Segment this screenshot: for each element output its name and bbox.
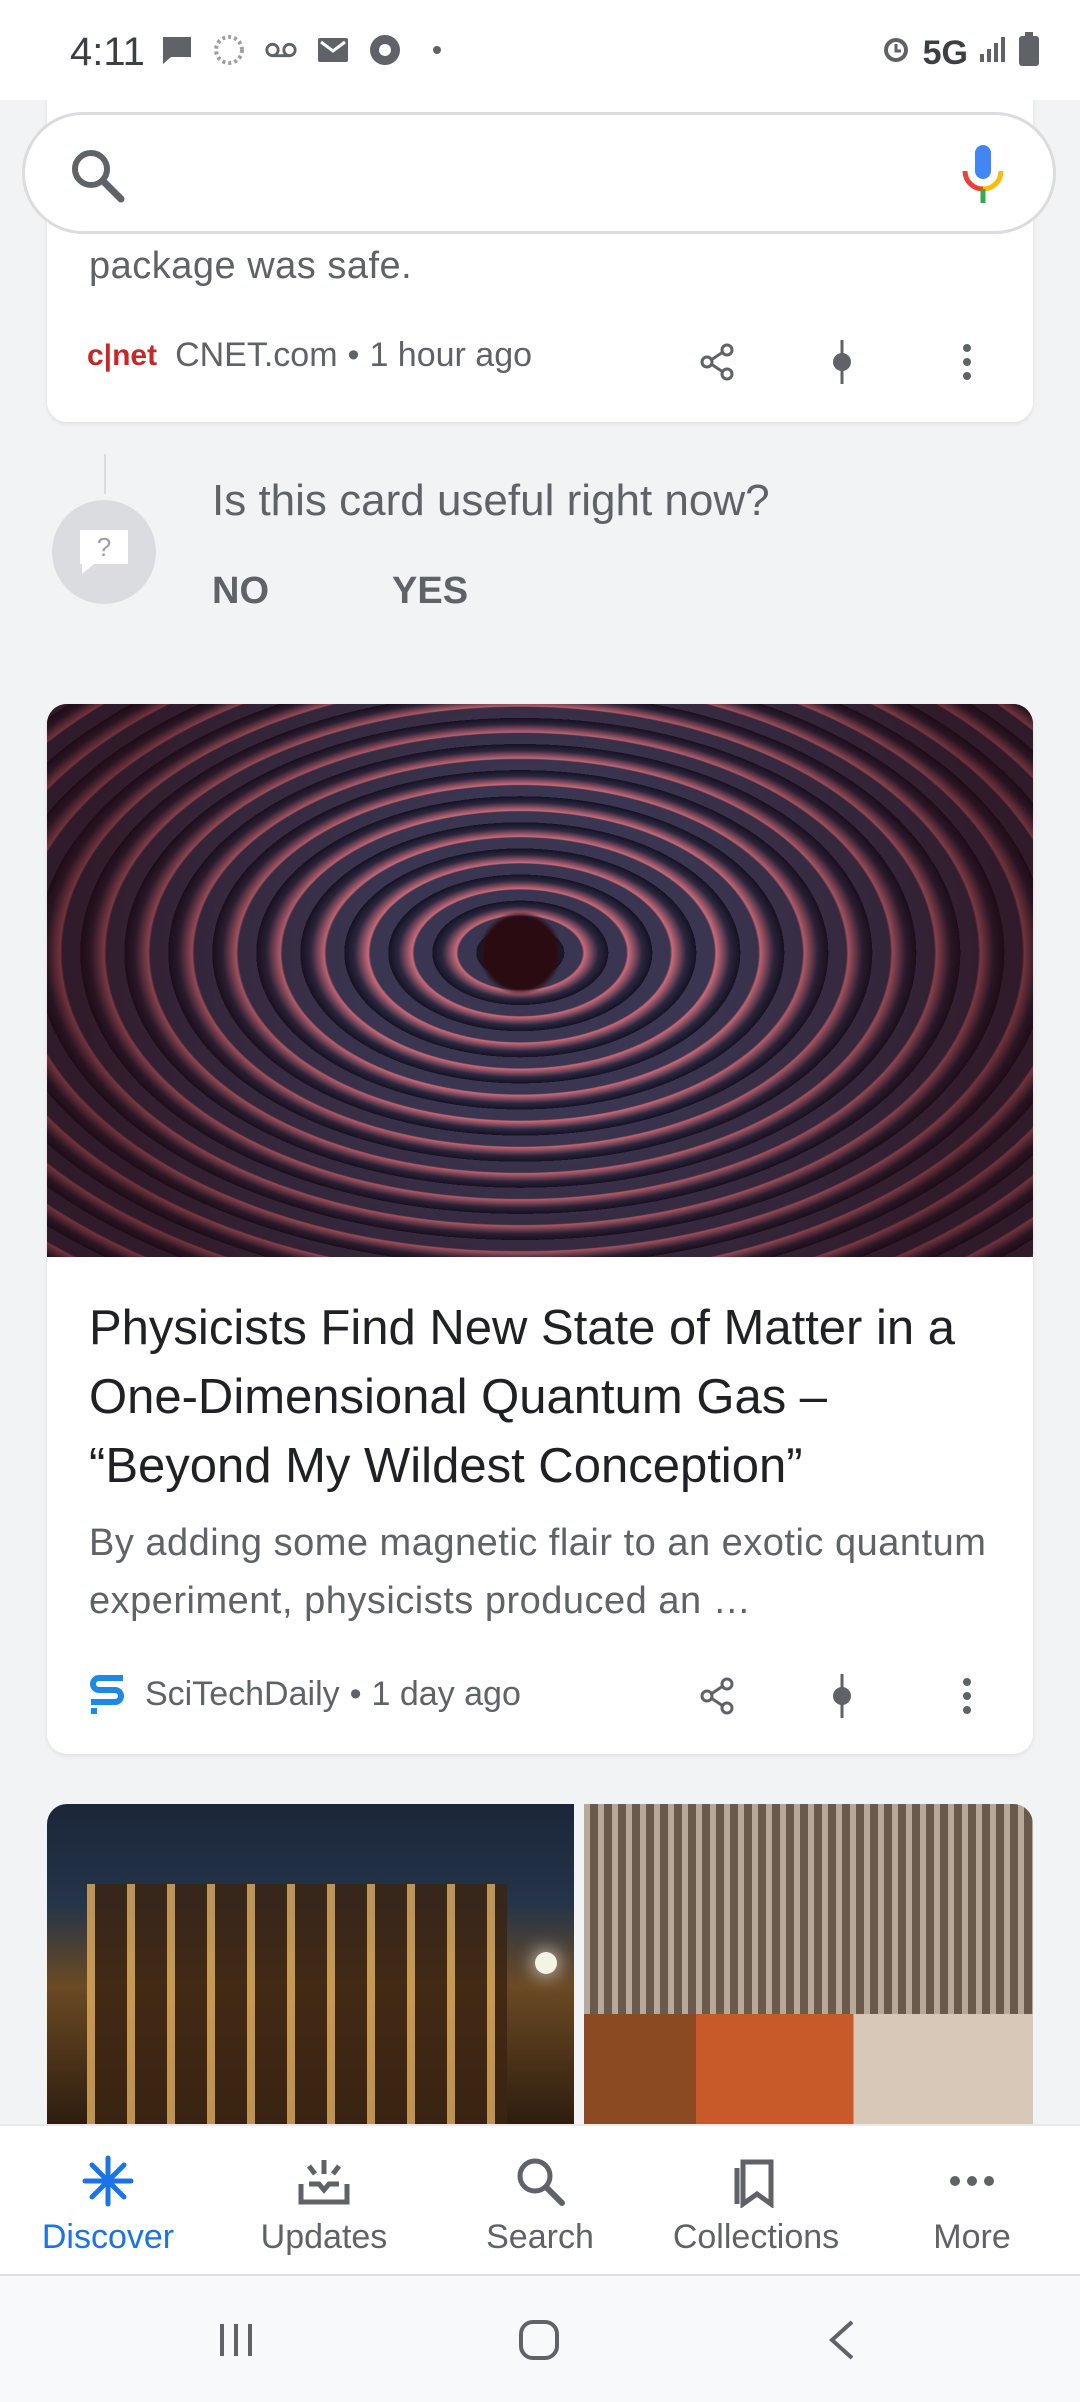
home-button[interactable] <box>509 2312 569 2368</box>
gmail-icon <box>316 34 350 66</box>
article-image-porch <box>584 1804 1033 2134</box>
article-snippet: By adding some magnetic flair to an exot… <box>89 1522 987 1622</box>
feedback-question: Is this card useful right now? <box>212 476 770 525</box>
search-icon <box>517 2158 565 2206</box>
interest-button[interactable] <box>812 332 872 392</box>
home-icon <box>519 2320 559 2360</box>
status-time: 4:11 <box>70 30 145 74</box>
more-vert-icon <box>963 344 971 380</box>
bottom-navigation: Discover Updates Search Collections More <box>0 2124 1080 2276</box>
battery-icon <box>1018 32 1040 75</box>
feedback-no-button[interactable]: NO <box>212 570 269 613</box>
status-right: 5G <box>879 32 1040 75</box>
search-input[interactable] <box>145 139 909 209</box>
nav-more[interactable]: More <box>864 2126 1080 2276</box>
more-icon <box>950 2176 994 2186</box>
recent-apps-icon <box>220 2324 252 2356</box>
discover-icon <box>82 2155 134 2207</box>
cnet-logo-icon: c|net <box>87 338 158 372</box>
source-row: SciTechDaily • 1 day ago <box>87 1670 521 1719</box>
status-icons-left <box>160 34 454 66</box>
separator-dot: • <box>349 1675 362 1713</box>
voicemail-icon <box>264 34 298 66</box>
article-image-mansion <box>47 1804 574 2134</box>
loading-icon <box>212 34 246 66</box>
search-bar[interactable] <box>22 112 1056 234</box>
interest-icon <box>833 1674 851 1718</box>
share-button[interactable] <box>687 1666 747 1726</box>
separator-dot: • <box>347 336 360 374</box>
source-name: CNET.com <box>175 336 338 374</box>
system-navigation-bar <box>0 2274 1080 2402</box>
feedback-prompt: ? Is this card useful right now? NO YES <box>0 440 1080 660</box>
article-title: Physicists Find New State of Matter in a… <box>89 1301 955 1493</box>
share-icon <box>700 343 734 381</box>
network-type: 5G <box>922 34 968 72</box>
recent-apps-button[interactable] <box>206 2312 266 2368</box>
more-options-button[interactable] <box>937 1666 997 1726</box>
search-icon <box>67 145 127 210</box>
feedback-question-icon: ? <box>52 500 156 604</box>
nav-discover[interactable]: Discover <box>0 2126 216 2276</box>
interest-icon <box>833 340 851 384</box>
more-options-button[interactable] <box>937 332 997 392</box>
news-card-scitechdaily[interactable]: Physicists Find New State of Matter in a… <box>47 704 1033 1754</box>
published-time: 1 hour ago <box>369 336 533 374</box>
scitechdaily-logo-icon <box>87 1670 127 1719</box>
collections-icon <box>734 2159 774 2208</box>
nav-label: Updates <box>260 2218 388 2256</box>
svg-text:?: ? <box>97 532 111 562</box>
nav-search[interactable]: Search <box>432 2126 648 2276</box>
mic-icon[interactable] <box>961 143 1005 212</box>
back-icon <box>829 2320 854 2360</box>
chat-icon <box>160 34 194 66</box>
feedback-yes-button[interactable]: YES <box>392 570 468 613</box>
more-vert-icon <box>963 1678 971 1714</box>
nav-label: Discover <box>41 2218 175 2256</box>
back-button[interactable] <box>812 2312 872 2368</box>
chrome-icon <box>368 34 402 66</box>
updates-icon <box>298 2160 350 2205</box>
dot-icon <box>420 34 454 66</box>
share-button[interactable] <box>687 332 747 392</box>
alarm-icon <box>879 32 913 75</box>
source-name: SciTechDaily <box>145 1675 340 1713</box>
published-time: 1 day ago <box>371 1675 521 1713</box>
nav-updates[interactable]: Updates <box>216 2126 432 2276</box>
source-row: c|net CNET.com • 1 hour ago <box>87 336 532 375</box>
nav-label: Search <box>486 2218 594 2256</box>
nav-label: Collections <box>672 2218 840 2256</box>
feedback-connector <box>104 454 106 494</box>
interest-button[interactable] <box>812 1666 872 1726</box>
moon-shape <box>535 1952 557 1974</box>
nav-collections[interactable]: Collections <box>648 2126 864 2276</box>
article-snippet: package was safe. <box>89 245 413 287</box>
share-icon <box>700 1677 734 1715</box>
status-bar: 4:11 5G <box>0 0 1080 100</box>
article-hero-image <box>47 704 1033 1257</box>
signal-icon <box>978 34 1008 73</box>
nav-label: More <box>933 2218 1011 2256</box>
